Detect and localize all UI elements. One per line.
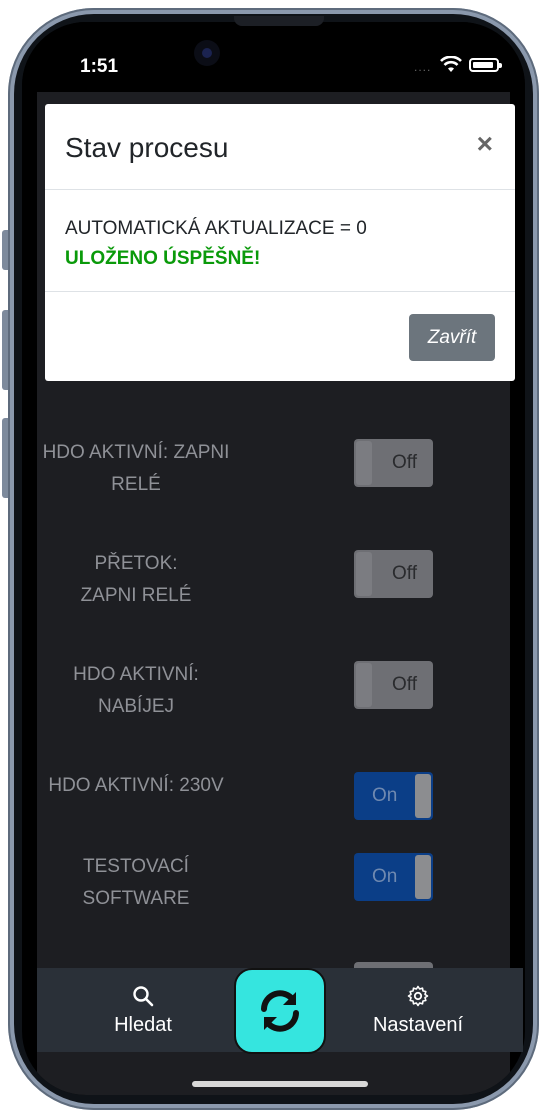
toggle-state: Off [392,452,417,473]
toggle-switch[interactable]: Off [354,550,433,598]
setting-label: HDO AKTIVNÍ: ZAPNI RELÉ [42,442,230,495]
dialog-title: Stav procesu [65,132,229,163]
setting-label: TESTOVACÍ SOFTWARE [82,856,190,909]
toggle-switch[interactable]: On [354,853,433,901]
setting-label: HDO AKTIVNÍ: NABÍJEJ [73,664,199,717]
setting-label: PŘETOK: ZAPNI RELÉ [80,553,192,606]
mute-switch [2,230,8,270]
toggle-state: Off [392,674,417,695]
toggle-state: On [372,785,398,806]
status-dialog: Stav procesu × AUTOMATICKÁ AKTUALIZACE =… [45,104,515,381]
dialog-body: AUTOMATICKÁ AKTUALIZACE = 0 ULOŽENO ÚSPĚ… [45,190,515,292]
setting-label: HDO AKTIVNÍ: 230V [48,775,224,796]
status-bar: 1:51 .... [22,22,525,100]
front-camera [194,40,220,66]
home-indicator[interactable] [192,1081,368,1087]
toggle-state: On [372,866,398,887]
speaker-grille [234,16,324,26]
battery-icon [469,58,502,72]
toggle-state: Off [392,563,417,584]
close-button[interactable]: Zavřít [409,314,495,361]
success-message: ULOŽENO ÚSPĚŠNĚ! [65,248,261,269]
status-message: AUTOMATICKÁ AKTUALIZACE = 0 [65,218,367,239]
tab-search[interactable]: Hledat [83,968,203,1052]
dialog-footer: Zavřít [45,292,515,381]
toggle-switch[interactable]: Off [354,661,433,709]
dialog-header: Stav procesu × [45,104,515,190]
status-time: 1:51 [80,56,119,77]
tab-search-label: Hledat [114,1013,172,1036]
tab-settings-label: Nastavení [372,1013,464,1036]
signal-indicator: .... [414,60,432,74]
wifi-icon [440,56,462,72]
toggle-switch[interactable]: Off [354,439,433,487]
close-icon[interactable]: × [477,128,493,160]
refresh-icon [261,990,299,1032]
volume-down-button [2,418,8,498]
volume-up-button [2,310,8,390]
gear-icon [407,985,429,1006]
refresh-button[interactable] [234,968,326,1054]
tab-settings[interactable]: Nastavení [353,968,483,1052]
search-icon [133,985,154,1006]
toggle-switch[interactable]: On [354,772,433,820]
